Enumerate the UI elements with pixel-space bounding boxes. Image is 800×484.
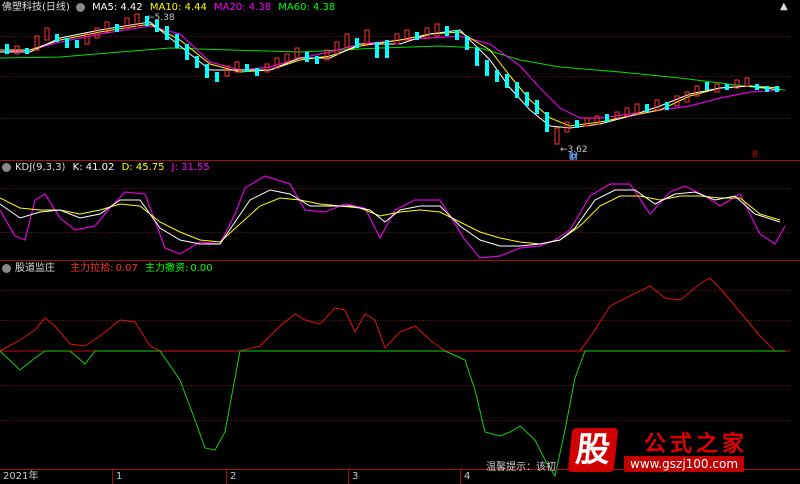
axis-label-month: 3	[348, 470, 358, 484]
ma60-line	[0, 45, 786, 91]
candle-group	[5, 13, 779, 145]
kdj-k-line	[0, 189, 781, 247]
ma5-line	[0, 21, 781, 129]
chart-canvas[interactable]	[0, 0, 800, 483]
main-pull-line	[0, 277, 785, 352]
kdj-j-line	[0, 175, 786, 259]
axis-label-month: 4	[460, 470, 470, 484]
ma10-line	[0, 23, 781, 127]
axis-label-year: 2021年	[3, 471, 39, 482]
tip-text: 温馨提示：该初	[486, 462, 556, 473]
logo-url: www.gszj100.com	[624, 456, 745, 472]
ma20-line	[0, 25, 781, 119]
logo-name: 公式之家	[644, 432, 749, 457]
watermark-logo: 股 公式之家 www.gszj100.com	[560, 424, 780, 476]
logo-icon: 股	[567, 428, 619, 472]
axis-label-month: 1	[112, 470, 122, 484]
axis-label-month: 2	[226, 470, 236, 484]
